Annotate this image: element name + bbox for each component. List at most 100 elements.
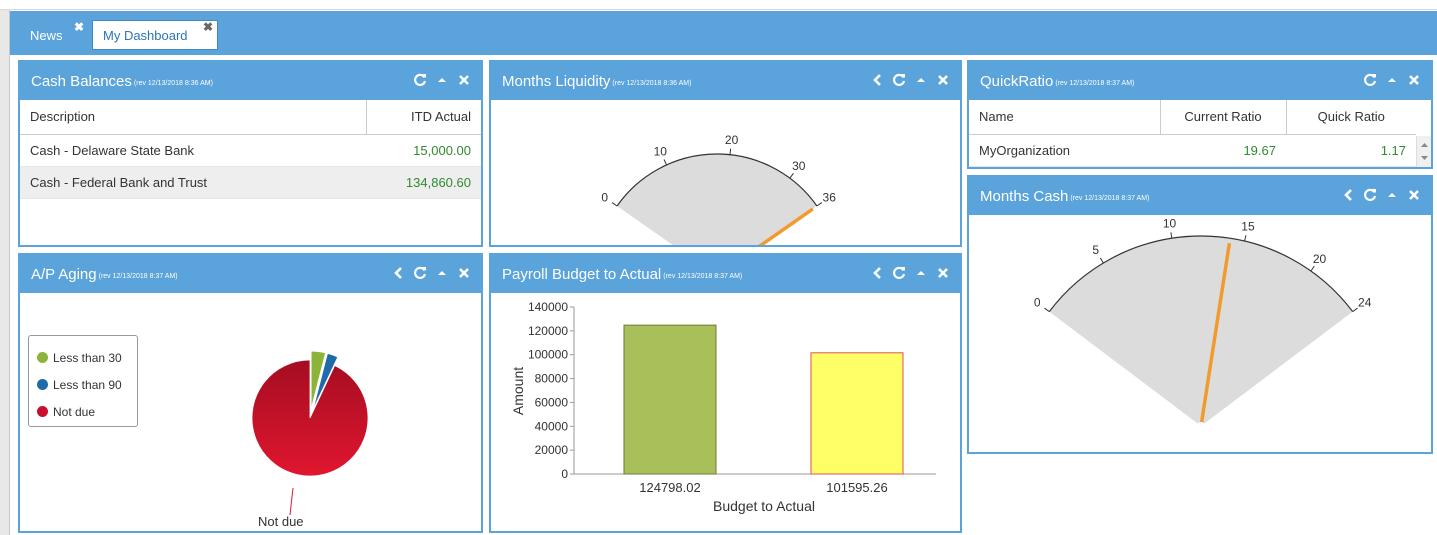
y-tick-label: 80000 xyxy=(535,372,569,386)
gauge-tick-label: 0 xyxy=(1034,296,1041,310)
revision-label: (rev 12/13/2018 8:37 AM) xyxy=(663,272,743,280)
revision-label: (rev 12/13/2018 8:37 AM) xyxy=(1070,194,1150,202)
panel-header: Months Cash (rev 12/13/2018 8:37 AM) xyxy=(969,177,1431,215)
y-tick-label: 140000 xyxy=(528,300,568,314)
ap-aging-panel: A/P Aging (rev 12/13/2018 8:37 AM) Less … xyxy=(18,253,483,533)
y-tick-label: 100000 xyxy=(528,348,568,362)
gauge-tick-label: 5 xyxy=(1092,243,1099,257)
chevron-left-icon[interactable] xyxy=(391,266,405,283)
collapse-icon[interactable] xyxy=(914,73,928,90)
column-header[interactable]: Description xyxy=(20,100,366,135)
months-liquidity-panel: Months Liquidity (rev 12/13/2018 8:36 AM… xyxy=(489,60,962,247)
y-tick-label: 120000 xyxy=(528,324,568,338)
pie-slice-label: Not due xyxy=(258,514,304,529)
row-name: MyOrganization xyxy=(969,134,1160,167)
tab-dashboard-label: My Dashboard xyxy=(103,27,188,43)
liquidity-gauge: 0 10 20 30 36 xyxy=(601,133,836,245)
column-header[interactable]: Current Ratio xyxy=(1159,100,1286,135)
close-icon[interactable] xyxy=(457,266,471,283)
close-icon[interactable] xyxy=(936,73,950,90)
gauge-tick-label: 30 xyxy=(792,159,806,173)
gauge-tick xyxy=(1244,235,1247,242)
payroll-bar-chart: 140000 120000 100000 80000 60000 40000 20000 0 1… xyxy=(510,300,936,514)
panel-header: Payroll Budget to Actual (rev 12/13/2018… xyxy=(491,255,960,293)
pie-slice-not-due[interactable] xyxy=(251,359,369,477)
panel-header: QuickRatio (rev 12/13/2018 8:37 AM) xyxy=(969,62,1431,100)
gauge-tick xyxy=(816,202,823,207)
close-icon[interactable] xyxy=(457,73,471,90)
chevron-left-icon[interactable] xyxy=(870,73,884,90)
months-cash-panel: Months Cash (rev 12/13/2018 8:37 AM) 0 5 1… xyxy=(967,175,1433,454)
x-axis-label: Budget to Actual xyxy=(713,498,815,514)
gauge-tick xyxy=(611,202,618,207)
x-tick-label: 101595.26 xyxy=(826,480,887,495)
cash-balances-table: Description ITD Actual Cash - Delaware S… xyxy=(20,100,481,199)
panel-header: Months Liquidity (rev 12/13/2018 8:36 AM… xyxy=(491,62,960,100)
tab-my-dashboard[interactable]: My Dashboard ✖ xyxy=(92,20,218,50)
close-icon[interactable] xyxy=(1407,188,1421,205)
tab-bar: News ✖ My Dashboard ✖ xyxy=(10,11,1437,55)
payroll-panel: Payroll Budget to Actual (rev 12/13/2018… xyxy=(489,253,962,533)
chevron-left-icon[interactable] xyxy=(1341,188,1355,205)
collapse-icon[interactable] xyxy=(435,73,449,90)
panel-title: QuickRatio xyxy=(980,72,1054,90)
gauge-tick xyxy=(1099,257,1104,264)
row-quick-ratio: 1.17 xyxy=(1286,134,1416,167)
column-header[interactable]: Quick Ratio xyxy=(1285,100,1416,135)
collapse-icon[interactable] xyxy=(914,266,928,283)
tab-news[interactable]: News ✖ xyxy=(18,20,84,50)
bar[interactable] xyxy=(623,324,717,475)
collapse-icon[interactable] xyxy=(1385,188,1399,205)
gauge-tick-label: 20 xyxy=(1313,252,1327,266)
y-tick-label: 20000 xyxy=(535,443,569,457)
panel-title: A/P Aging xyxy=(31,265,97,283)
months-cash-gauge: 0 5 10 15 20 24 xyxy=(1034,216,1372,424)
x-tick-label: 124798.02 xyxy=(639,480,700,495)
gauge-tick xyxy=(1044,307,1050,313)
top-border xyxy=(0,0,1437,10)
refresh-icon[interactable] xyxy=(413,73,427,90)
column-header[interactable]: Name xyxy=(969,100,1160,135)
close-icon[interactable] xyxy=(936,266,950,283)
ap-aging-pie: Not due xyxy=(251,350,369,529)
table-row[interactable]: MyOrganization 19.67 1.17 xyxy=(969,134,1416,167)
table-scrollbar[interactable] xyxy=(1416,136,1431,167)
close-icon[interactable]: ✖ xyxy=(74,21,84,33)
gauge-tick-label: 24 xyxy=(1358,296,1372,310)
panel-title: Months Liquidity xyxy=(502,72,611,90)
gauge-tick-label: 0 xyxy=(601,190,608,204)
refresh-icon[interactable] xyxy=(892,266,906,283)
row-current-ratio: 19.67 xyxy=(1160,134,1286,167)
gauge-tick xyxy=(1310,265,1315,272)
pie-label-leader xyxy=(289,487,294,516)
revision-label: (rev 12/13/2018 8:36 AM) xyxy=(612,79,692,87)
column-header[interactable]: ITD Actual xyxy=(365,100,481,135)
quickratio-panel: QuickRatio (rev 12/13/2018 8:37 AM) Name… xyxy=(967,60,1433,169)
gauge-tick xyxy=(663,159,667,166)
gauge-tick-label: 10 xyxy=(654,144,668,158)
gauge-tick xyxy=(729,148,732,155)
y-tick-label: 40000 xyxy=(535,419,569,433)
row-description: Cash - Federal Bank and Trust xyxy=(20,166,366,199)
refresh-icon[interactable] xyxy=(1363,188,1377,205)
y-tick-label: 0 xyxy=(561,467,568,481)
gauge-tick-label: 20 xyxy=(725,133,739,147)
panel-title: Payroll Budget to Actual xyxy=(502,265,662,283)
refresh-icon[interactable] xyxy=(413,266,427,283)
collapse-icon[interactable] xyxy=(435,266,449,283)
gauge-tick xyxy=(789,173,794,179)
gauge-band xyxy=(1049,235,1353,424)
table-row[interactable]: Cash - Federal Bank and Trust 134,860.60 xyxy=(20,166,481,199)
tab-news-label: News xyxy=(30,27,63,43)
revision-label: (rev 12/13/2018 8:37 AM) xyxy=(1055,79,1135,87)
y-tick-label: 60000 xyxy=(535,395,569,409)
panel-header: A/P Aging (rev 12/13/2018 8:37 AM) xyxy=(20,255,481,293)
bar[interactable] xyxy=(810,352,904,475)
table-row[interactable]: Cash - Delaware State Bank 15,000.00 xyxy=(20,134,481,167)
chevron-left-icon[interactable] xyxy=(870,266,884,283)
collapse-icon[interactable] xyxy=(1385,73,1399,90)
refresh-icon[interactable] xyxy=(1363,73,1377,90)
refresh-icon[interactable] xyxy=(892,73,906,90)
close-icon[interactable]: ✖ xyxy=(203,21,213,33)
close-icon[interactable] xyxy=(1407,73,1421,90)
